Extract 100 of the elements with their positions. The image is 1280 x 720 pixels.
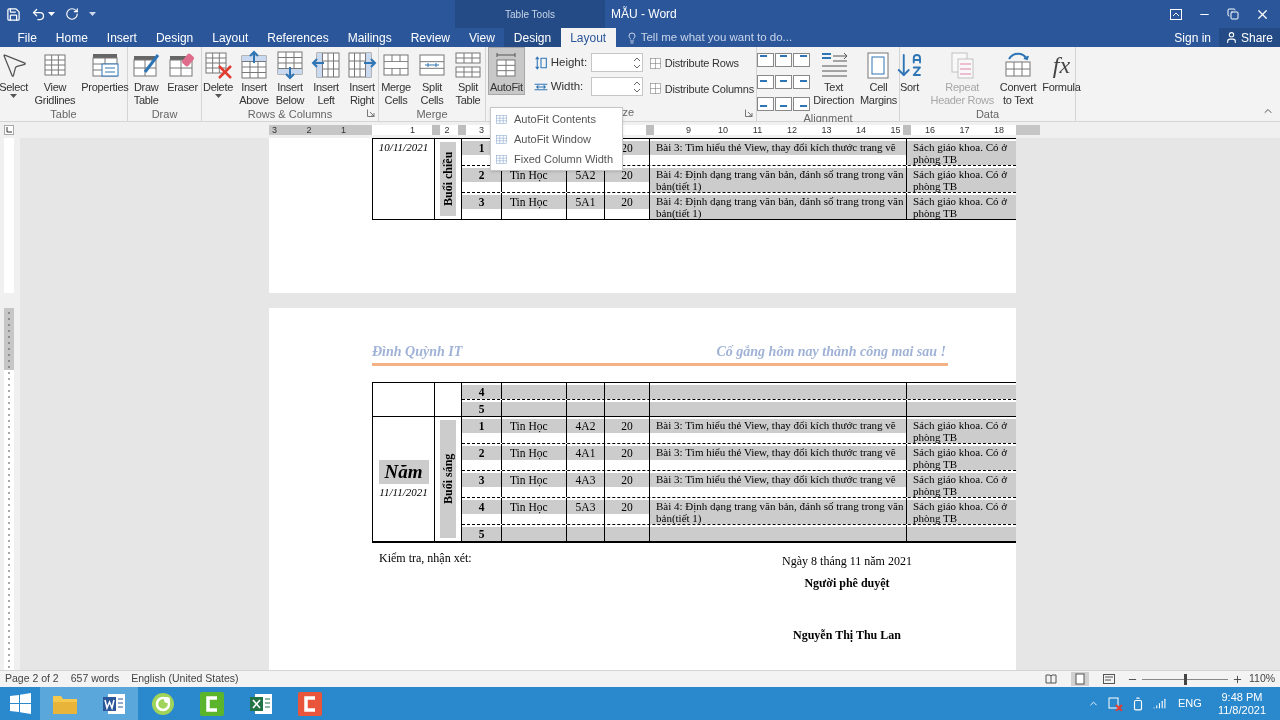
zoom-slider[interactable] <box>1142 673 1228 685</box>
ribbon-button[interactable]: Select <box>0 47 31 99</box>
cell-align-icon[interactable] <box>793 75 811 89</box>
split-table-icon <box>453 50 483 80</box>
ribbon-button[interactable]: Delete <box>201 47 235 99</box>
cell-align-icon[interactable] <box>757 97 774 111</box>
tab-selector-icon[interactable] <box>4 125 14 135</box>
ribbon-button[interactable]: Eraser <box>165 47 200 95</box>
zoom-level[interactable]: 110% <box>1249 671 1275 687</box>
distribute-button[interactable]: Distribute Rows <box>648 55 755 72</box>
read-mode-icon[interactable] <box>1045 674 1057 684</box>
table-cell: 4A2 <box>567 419 604 433</box>
spiral-app-icon <box>149 690 176 717</box>
undo-icon[interactable] <box>31 6 46 22</box>
column-marker <box>646 125 654 135</box>
ribbon-tab[interactable]: Review <box>401 28 460 47</box>
tell-me-field[interactable]: Tell me what you want to do... <box>625 28 801 47</box>
language-status[interactable]: English (United States) <box>131 671 239 687</box>
cell-align-icon[interactable] <box>757 53 774 67</box>
save-icon[interactable] <box>6 6 21 22</box>
ribbon-button[interactable]: Split Table <box>451 47 485 107</box>
word-count[interactable]: 657 words <box>70 671 120 687</box>
ribbon-button[interactable]: Insert Left <box>309 47 343 107</box>
ribbon-button[interactable]: Insert Above <box>237 47 271 107</box>
ribbon-tab[interactable]: Layout <box>560 28 616 47</box>
table-convert-icon <box>1003 50 1034 80</box>
ribbon-button[interactable]: AutoFit <box>487 47 525 95</box>
caret-icon <box>10 93 18 98</box>
number-field[interactable] <box>590 53 643 72</box>
cell-align-icon[interactable] <box>775 53 793 67</box>
ribbon-tab[interactable]: Design <box>504 28 561 47</box>
ruler-number: 2 <box>305 124 313 136</box>
session-label: Buổi sáng <box>440 420 456 538</box>
number-field[interactable] <box>590 77 643 96</box>
ribbon-tab[interactable]: File <box>8 28 47 47</box>
table-cell: Sách giáo khoa. Có ở phòng TB <box>907 195 1016 219</box>
ribbon-tab[interactable]: Mailings <box>338 28 402 47</box>
table-cell: 20 <box>605 446 649 460</box>
ruler-number: 3 <box>478 124 485 136</box>
clock[interactable]: 9:48 PM 11/8/2021 <box>1217 690 1266 717</box>
ribbon-display-icon[interactable] <box>1170 8 1182 20</box>
page-count[interactable]: Page 2 of 2 <box>5 671 59 687</box>
table-cell: Bài 3: Tìm hiểu thẻ View, thay đổi kích thước trang vẽ <box>650 141 906 155</box>
table-cell: 5A3 <box>567 500 604 514</box>
distribute-button[interactable]: Distribute Columns <box>648 80 755 97</box>
table-cell: Bài 3: Tìm hiểu thẻ View, thay đổi kích thước trang vẽ <box>650 446 906 460</box>
table-cell: Tin Học <box>502 446 566 460</box>
ribbon-button[interactable]: Merge Cells <box>379 47 413 107</box>
restore-icon[interactable] <box>1227 8 1239 20</box>
date-text: 11/11/2021 <box>379 485 428 499</box>
ribbon-button[interactable]: fx Formula <box>1040 47 1083 95</box>
print-layout-icon[interactable] <box>1071 672 1089 686</box>
dialog-launcher-icon[interactable] <box>745 109 753 117</box>
table-cell: 20 <box>605 473 649 487</box>
ribbon-button[interactable]: View Gridlines <box>32 47 78 107</box>
ribbon-tab[interactable]: Layout <box>202 28 258 47</box>
undo-caret-icon <box>48 12 55 16</box>
cell-align-icon[interactable] <box>775 75 793 89</box>
ribbon-tab[interactable]: View <box>459 28 505 47</box>
spinner-icon[interactable] <box>633 56 640 69</box>
table-arrow-right-icon <box>347 50 377 80</box>
menu-item[interactable]: AutoFit Contents <box>491 109 622 129</box>
distribute-columns-icon <box>648 82 662 96</box>
ribbon-tab[interactable]: Design <box>146 28 203 47</box>
spinner-icon[interactable] <box>633 80 640 93</box>
zoom-thumb[interactable] <box>1183 673 1187 685</box>
cell-align-icon[interactable] <box>793 97 811 111</box>
ribbon-button[interactable]: Draw Table <box>129 47 164 107</box>
signal-icon[interactable] <box>1153 697 1167 710</box>
ribbon-tab[interactable]: Insert <box>97 28 147 47</box>
table-cell: Tin Học <box>502 500 566 514</box>
day-name: Năm <box>378 459 429 484</box>
input-language[interactable]: ENG <box>1178 695 1202 712</box>
taskbar-app[interactable] <box>89 687 138 720</box>
cell-align-icon[interactable] <box>793 53 811 67</box>
ribbon-tab[interactable]: Home <box>46 28 98 47</box>
ribbon-button[interactable]: Properties <box>79 47 131 95</box>
dialog-launcher-icon[interactable] <box>367 109 375 117</box>
sign-in-link[interactable]: Sign in <box>1166 28 1219 47</box>
ribbon-button[interactable]: Convert to Text <box>997 47 1039 107</box>
group-label: Rows & Columns <box>247 107 333 122</box>
table-cell: Sách giáo khoa. Có ở phòng TB <box>907 419 1016 443</box>
ribbon-tab[interactable]: References <box>257 28 339 47</box>
ribbon-button[interactable]: Insert Below <box>273 47 307 107</box>
cell-align-icon[interactable] <box>757 75 774 89</box>
network-error-icon[interactable] <box>1107 696 1124 711</box>
redo-icon[interactable] <box>65 7 79 21</box>
table-cell: Bài 4: Định dạng trang văn bản, đánh số trang trong văn bản(tiết 1) <box>650 168 906 192</box>
ribbon-button[interactable]: Split Cells <box>415 47 449 107</box>
ribbon-button[interactable]: Text Direction <box>811 47 856 107</box>
cell-align-icon[interactable] <box>775 97 793 111</box>
session-label: Buổi chiều <box>440 142 456 216</box>
table-cell: 5 <box>462 527 501 541</box>
zoom-in-icon[interactable] <box>1232 673 1243 685</box>
share-button[interactable]: Share <box>1219 28 1280 47</box>
table-cell: 20 <box>605 195 649 209</box>
web-layout-icon[interactable] <box>1103 674 1115 684</box>
table-cell <box>605 527 649 541</box>
ribbon-button[interactable]: Insert Right <box>345 47 379 107</box>
table-cell: 1 <box>462 419 501 433</box>
